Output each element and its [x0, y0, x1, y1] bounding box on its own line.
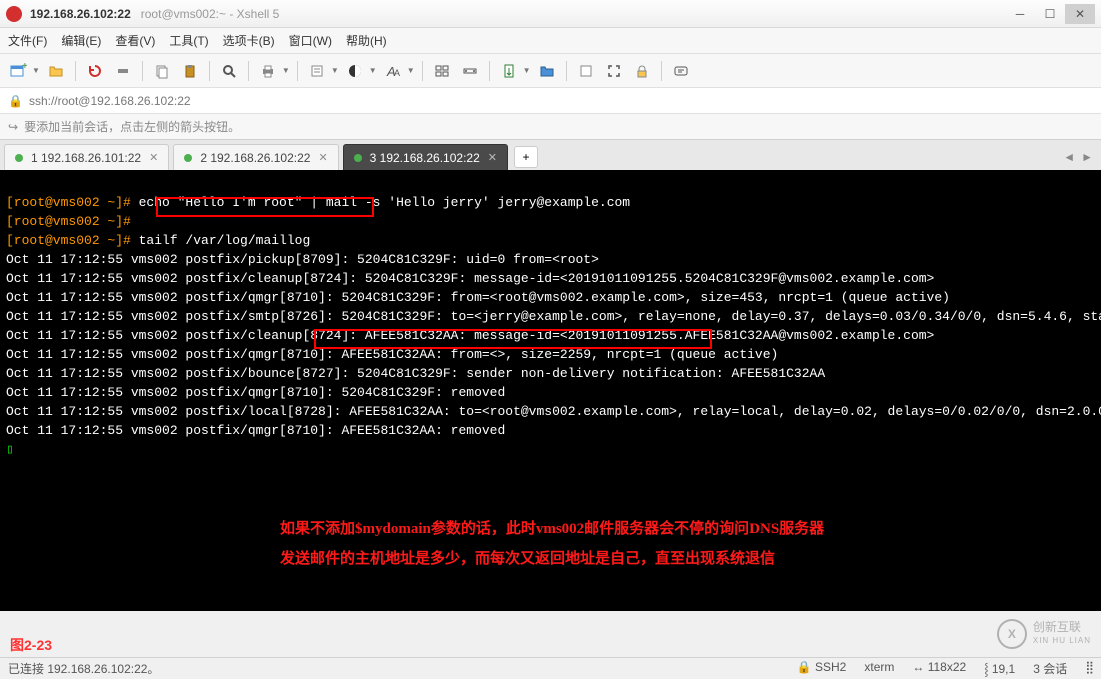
tunneling-button[interactable]: [458, 59, 482, 83]
paste-button[interactable]: [178, 59, 202, 83]
status-connection: 已连接 192.168.26.102:22。: [8, 660, 159, 677]
annotation-line-1: 如果不添加$mydomain参数的话，此时vms002邮件服务器会不停的询问DN…: [280, 520, 824, 539]
arrow-icon[interactable]: ↪: [8, 120, 18, 134]
lock-icon: 🔒: [8, 94, 23, 108]
prompt: [root@vms002 ~]#: [6, 195, 139, 210]
log-line: Oct 11 17:12:55 vms002 postfix/qmgr[8710…: [6, 347, 778, 362]
tab-label: 1 192.168.26.101:22: [31, 151, 141, 165]
status-grip-icon: ⣿: [1085, 660, 1093, 677]
tab-prev-icon[interactable]: ◄: [1061, 148, 1077, 166]
tab-session-2[interactable]: 2 192.168.26.102:22 ✕: [173, 144, 338, 170]
watermark-sub: XIN HU LIAN: [1033, 634, 1091, 647]
log-line: Oct 11 17:12:55 vms002 postfix/local[872…: [6, 404, 1101, 419]
log-line: Oct 11 17:12:55 vms002 postfix/qmgr[8710…: [6, 423, 505, 438]
menu-file[interactable]: 文件(F): [8, 32, 47, 49]
log-line: Oct 11 17:12:55 vms002 postfix/cleanup[8…: [6, 271, 934, 286]
figure-label: 图2-23: [10, 635, 52, 655]
dropdown-icon[interactable]: ▼: [282, 66, 290, 75]
new-session-button[interactable]: +: [6, 59, 30, 83]
title-bar: 192.168.26.102:22 root@vms002:~ - Xshell…: [0, 0, 1101, 28]
tab-close-icon[interactable]: ✕: [149, 151, 158, 164]
app-icon: [6, 6, 22, 22]
status-sessions: 3 会话: [1033, 660, 1067, 677]
menu-tools[interactable]: 工具(T): [169, 32, 208, 49]
tab-label: 2 192.168.26.102:22: [200, 151, 310, 165]
script-button[interactable]: [574, 59, 598, 83]
print-button[interactable]: [256, 59, 280, 83]
status-term: xterm: [864, 660, 894, 677]
search-button[interactable]: [217, 59, 241, 83]
svg-text:A: A: [394, 68, 400, 78]
address-text[interactable]: ssh://root@192.168.26.102:22: [29, 94, 191, 108]
dropdown-icon[interactable]: ▼: [32, 66, 40, 75]
watermark-logo-icon: X: [997, 619, 1027, 649]
log-line: Oct 11 17:12:55 vms002 postfix/smtp[8726…: [6, 309, 1101, 324]
watermark-brand: 创新互联: [1033, 621, 1091, 634]
prompt: [root@vms002 ~]#: [6, 214, 139, 229]
tab-session-3[interactable]: 3 192.168.26.102:22 ✕: [343, 144, 508, 170]
menu-bar: 文件(F) 编辑(E) 查看(V) 工具(T) 选项卡(B) 窗口(W) 帮助(…: [0, 28, 1101, 54]
log-line: Oct 11 17:12:55 vms002 postfix/cleanup[8…: [6, 328, 934, 343]
dropdown-icon[interactable]: ▼: [331, 66, 339, 75]
tab-session-1[interactable]: 1 192.168.26.101:22 ✕: [4, 144, 169, 170]
window-subtitle: root@vms002:~ - Xshell 5: [141, 7, 280, 21]
dropdown-icon[interactable]: ▼: [369, 66, 377, 75]
status-ssh: 🔒 SSH2: [797, 660, 847, 677]
color-scheme-button[interactable]: [343, 59, 367, 83]
transfer-button[interactable]: [497, 59, 521, 83]
close-button[interactable]: ✕: [1065, 4, 1095, 24]
tab-next-icon[interactable]: ►: [1079, 148, 1095, 166]
disconnect-button[interactable]: [111, 59, 135, 83]
tab-close-icon[interactable]: ✕: [488, 151, 497, 164]
tab-nav: ◄ ►: [1061, 148, 1095, 166]
menu-help[interactable]: 帮助(H): [346, 32, 387, 49]
status-size: ↔ 118x22: [912, 660, 966, 677]
dropdown-icon[interactable]: ▼: [407, 66, 415, 75]
status-dot-icon: [354, 154, 362, 162]
address-bar: 🔒 ssh://root@192.168.26.102:22: [0, 88, 1101, 114]
copy-button[interactable]: [150, 59, 174, 83]
watermark: X 创新互联 XIN HU LIAN: [997, 619, 1091, 649]
command: tailf /var/log/maillog: [139, 233, 311, 248]
new-tab-button[interactable]: +: [514, 146, 538, 168]
cursor: ▯: [6, 442, 14, 457]
lock-button[interactable]: [630, 59, 654, 83]
menu-edit[interactable]: 编辑(E): [61, 32, 101, 49]
window-title: 192.168.26.102:22: [30, 7, 131, 21]
tab-close-icon[interactable]: ✕: [318, 151, 327, 164]
menu-tabs[interactable]: 选项卡(B): [223, 32, 275, 49]
compose-button[interactable]: [669, 59, 693, 83]
log-line: Oct 11 17:12:55 vms002 postfix/qmgr[8710…: [6, 385, 505, 400]
tab-label: 3 192.168.26.102:22: [370, 151, 480, 165]
properties-button[interactable]: [305, 59, 329, 83]
prompt: [root@vms002 ~]#: [6, 233, 139, 248]
svg-text:+: +: [22, 62, 27, 72]
log-line: Oct 11 17:12:55 vms002 postfix/qmgr[8710…: [6, 290, 950, 305]
log-line: Oct 11 17:12:55 vms002 postfix/pickup[87…: [6, 252, 599, 267]
hint-text: 要添加当前会话，点击左侧的箭头按钮。: [24, 118, 240, 135]
annotation-line-2: 发送邮件的主机地址是多少，而每次又返回地址是自己，直至出现系统退信: [280, 550, 775, 569]
status-bar: 已连接 192.168.26.102:22。 🔒 SSH2 xterm ↔ 11…: [0, 657, 1101, 679]
open-button[interactable]: [44, 59, 68, 83]
reconnect-button[interactable]: [83, 59, 107, 83]
maximize-button[interactable]: ☐: [1035, 4, 1065, 24]
command: echo "Hello I'm root" | mail -s 'Hello j…: [139, 195, 630, 210]
menu-view[interactable]: 查看(V): [115, 32, 155, 49]
dropdown-icon[interactable]: ▼: [523, 66, 531, 75]
xftp-button[interactable]: [535, 59, 559, 83]
status-dot-icon: [184, 154, 192, 162]
tab-bar: 1 192.168.26.101:22 ✕ 2 192.168.26.102:2…: [0, 140, 1101, 170]
fullscreen-button[interactable]: [602, 59, 626, 83]
status-pos: ⸾ 19,1: [984, 660, 1015, 677]
hint-bar: ↪ 要添加当前会话，点击左侧的箭头按钮。: [0, 114, 1101, 140]
sessions-button[interactable]: [430, 59, 454, 83]
toolbar: + ▼ ▼ ▼ ▼ AA ▼ ▼: [0, 54, 1101, 88]
log-line: Oct 11 17:12:55 vms002 postfix/bounce[87…: [6, 366, 825, 381]
terminal[interactable]: [root@vms002 ~]# echo "Hello I'm root" |…: [0, 170, 1101, 611]
status-dot-icon: [15, 154, 23, 162]
menu-window[interactable]: 窗口(W): [289, 32, 332, 49]
font-button[interactable]: AA: [381, 59, 405, 83]
minimize-button[interactable]: ─: [1005, 4, 1035, 24]
